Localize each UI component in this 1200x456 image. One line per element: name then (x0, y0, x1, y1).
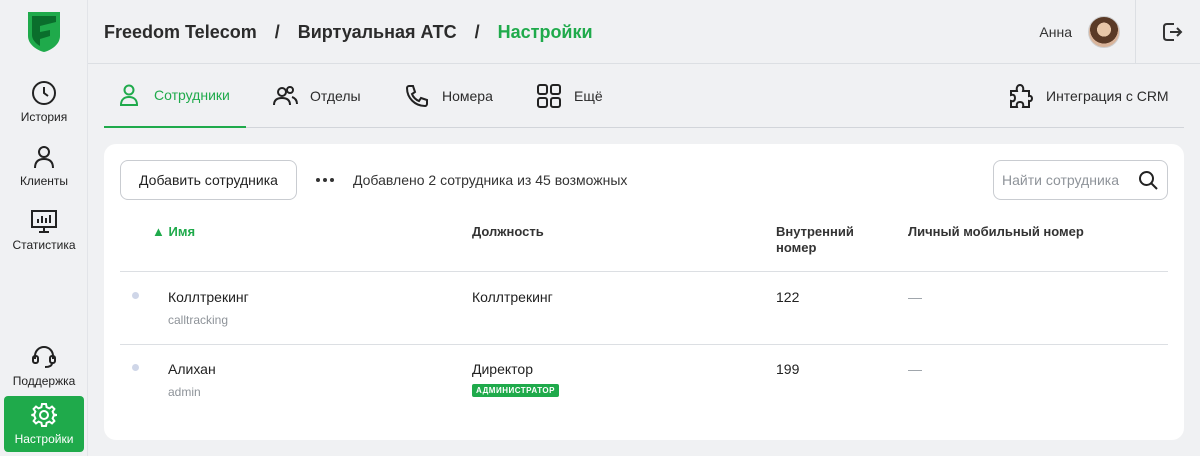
tab-label: Номера (442, 88, 493, 104)
user-name: Анна (1039, 24, 1072, 40)
user-menu[interactable]: Анна (1039, 0, 1120, 64)
sidebar-item-support[interactable]: Поддержка (4, 338, 84, 394)
column-label: Внутренний (776, 224, 854, 239)
breadcrumb-item[interactable]: Виртуальная АТС (298, 22, 457, 43)
tab-label: Сотрудники (154, 87, 230, 103)
breadcrumb-current: Настройки (497, 21, 593, 42)
avatar[interactable] (1088, 16, 1120, 48)
employee-name: Коллтрекинг (168, 289, 249, 305)
sidebar-item-label: Поддержка (12, 374, 76, 388)
column-header-extension: Внутренний номер (776, 224, 854, 256)
tab-crm-integration[interactable]: Интеграция с CRM (1008, 64, 1169, 128)
employee-extension: 199 (776, 361, 800, 377)
column-header-mobile: Личный мобильный номер (908, 224, 1084, 240)
freedom-logo-icon[interactable] (26, 10, 62, 54)
admin-badge: АДМИНИСТРАТОР (472, 384, 559, 397)
table-row[interactable]: Алихан admin Директор АДМИНИСТРАТОР 199 … (120, 344, 1168, 416)
column-label: Имя (168, 224, 196, 239)
employee-login: calltracking (168, 313, 229, 327)
breadcrumb-separator: / (274, 21, 280, 42)
tab-label: Интеграция с CRM (1046, 88, 1169, 104)
employee-mobile: — (908, 289, 922, 305)
tab-label: Ещё (574, 88, 603, 104)
column-header-name[interactable]: ▲ Имя (152, 224, 195, 240)
tab-numbers[interactable]: Номера (404, 64, 493, 128)
tab-label: Отделы (310, 88, 361, 104)
sidebar-item-statistics[interactable]: Статистика (4, 202, 84, 258)
sidebar-item-label: Статистика (12, 238, 76, 252)
logout-icon[interactable] (1160, 20, 1184, 44)
employee-counter: Добавлено 2 сотрудника из 45 возможных (353, 172, 628, 188)
breadcrumb-separator: / (474, 21, 480, 42)
tab-employees[interactable]: Сотрудники (104, 64, 246, 128)
tab-more[interactable]: Ещё (536, 64, 603, 128)
employee-login: admin (168, 385, 201, 399)
breadcrumb: Freedom Telecom / Виртуальная АТС / Наст… (104, 0, 593, 64)
search-icon[interactable] (1138, 170, 1158, 190)
column-label: номер (776, 240, 817, 255)
tab-departments[interactable]: Отделы (272, 64, 361, 128)
employee-position: Директор (472, 361, 533, 377)
employee-position: Коллтрекинг (472, 289, 553, 305)
clock-icon (32, 81, 56, 105)
column-label: Личный мобильный номер (908, 224, 1084, 239)
grid-icon (537, 84, 561, 108)
employee-extension: 122 (776, 289, 800, 305)
status-dot (132, 364, 139, 371)
search-input[interactable] (994, 161, 1134, 199)
people-icon (273, 86, 298, 106)
sidebar-item-clients[interactable]: Клиенты (4, 138, 84, 194)
sidebar-item-settings[interactable]: Настройки (4, 396, 84, 452)
headset-icon (32, 345, 56, 368)
settings-tabs: Сотрудники Отделы Номера Ещё Интеграция … (104, 64, 1184, 128)
employee-name: Алихан (168, 361, 216, 377)
more-actions-icon[interactable] (310, 170, 340, 190)
breadcrumb-item[interactable]: Freedom Telecom (104, 22, 257, 43)
employee-mobile: — (908, 361, 922, 377)
sidebar-item-label: Клиенты (19, 174, 69, 188)
sidebar: История Клиенты Статистика Поддержка Нас… (0, 0, 88, 456)
sidebar-item-history[interactable]: История (4, 74, 84, 130)
top-header: Freedom Telecom / Виртуальная АТС / Наст… (88, 0, 1200, 64)
add-employee-button[interactable]: Добавить сотрудника (120, 160, 297, 200)
sort-asc-icon: ▲ (152, 224, 165, 239)
employee-icon (119, 84, 139, 106)
phone-icon (405, 85, 428, 108)
column-label: Должность (472, 224, 544, 239)
column-header-position: Должность (472, 224, 544, 240)
sidebar-item-label: История (20, 110, 68, 124)
chart-icon (31, 210, 57, 233)
header-divider (1135, 0, 1136, 64)
sidebar-item-label: Настройки (14, 432, 74, 446)
status-dot (132, 292, 139, 299)
employees-card: Добавить сотрудника Добавлено 2 сотрудни… (104, 144, 1184, 440)
employee-search (993, 160, 1168, 200)
gear-icon (31, 403, 57, 427)
table-row[interactable]: Коллтрекинг calltracking Коллтрекинг 122… (120, 272, 1168, 344)
person-icon (34, 146, 54, 169)
puzzle-icon (1010, 83, 1033, 108)
